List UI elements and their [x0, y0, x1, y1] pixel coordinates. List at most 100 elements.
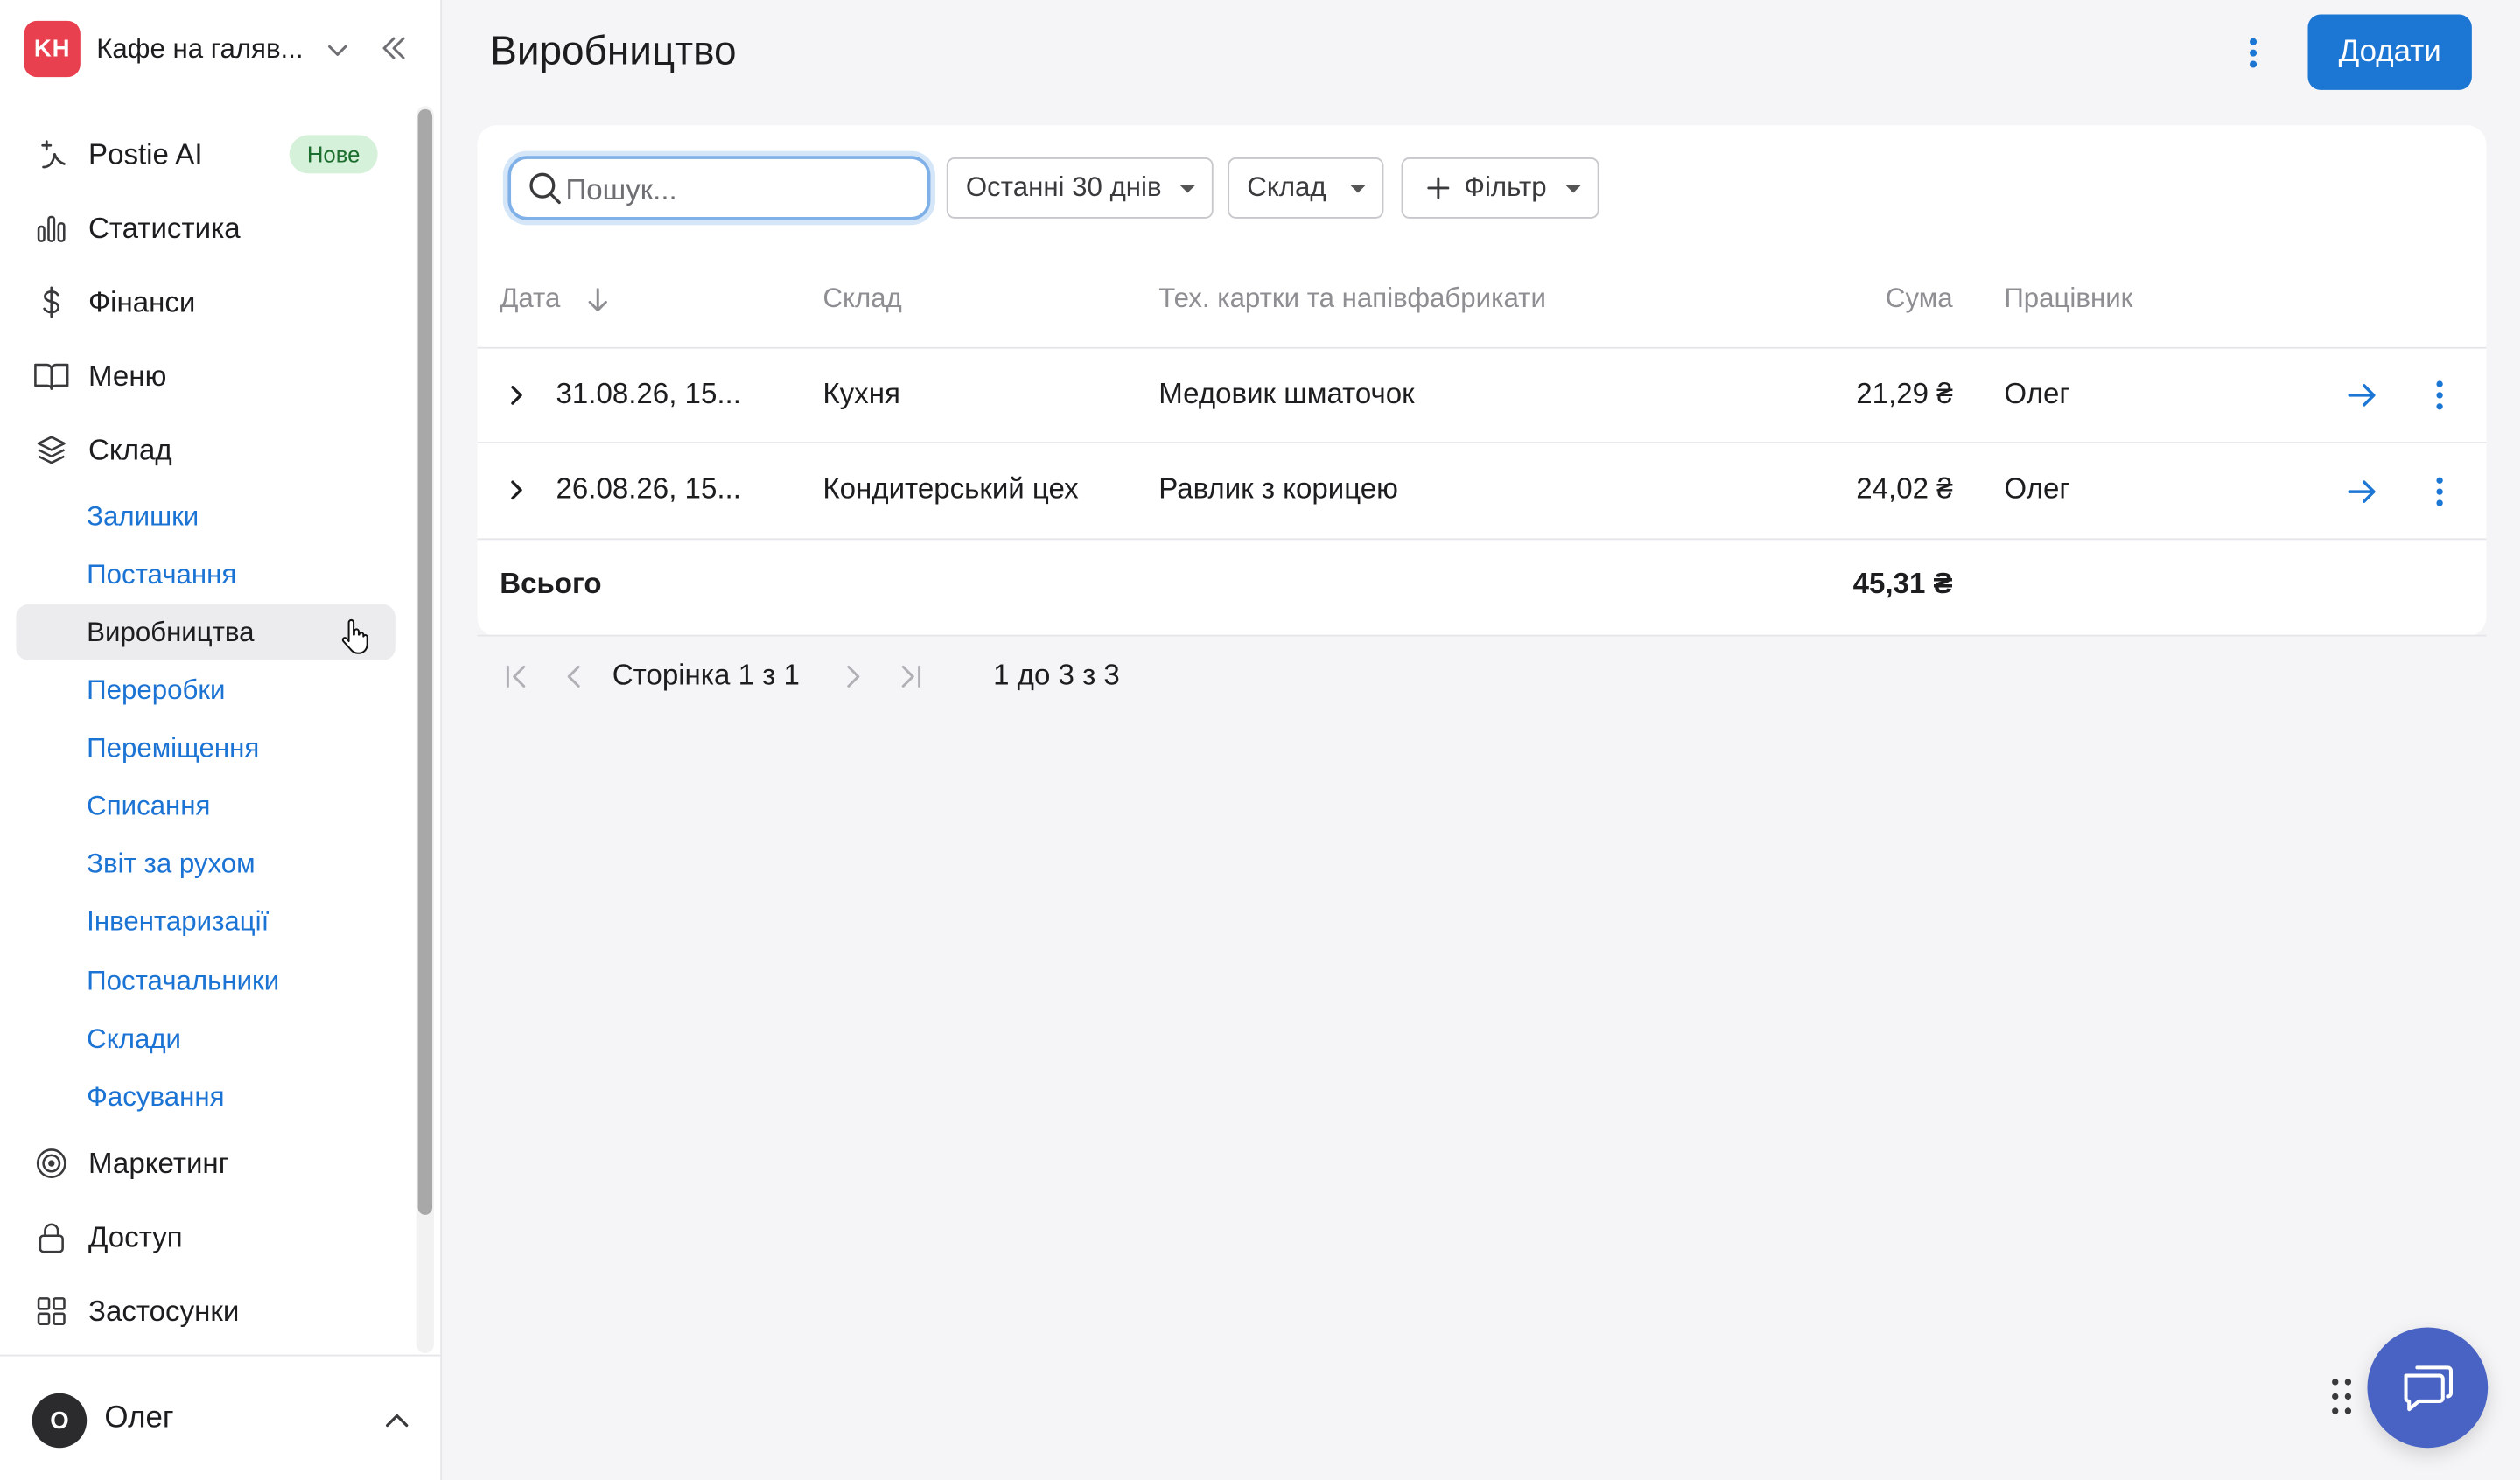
nav-item-warehouse[interactable]: Склад: [32, 428, 172, 472]
sub-item-processing[interactable]: Переробки: [87, 670, 225, 712]
period-filter-label: Останні 30 днів: [965, 171, 1162, 203]
column-header-date[interactable]: Дата: [500, 283, 560, 315]
nav-label: Меню: [88, 359, 167, 392]
total-sum: 45,31 ₴: [1852, 567, 1953, 600]
sort-arrow-down-icon[interactable]: [585, 286, 611, 315]
user-menu[interactable]: О Олег: [0, 1354, 443, 1480]
sub-item-packaging[interactable]: Фасування: [87, 1077, 224, 1119]
row-divider: [477, 346, 2487, 349]
sub-item-transfers[interactable]: Переміщення: [87, 728, 259, 770]
brand-name: Кафе на галяв...: [96, 32, 304, 64]
page-title: Виробництво: [490, 29, 737, 74]
plus-icon: [1427, 177, 1450, 199]
app-frame: KH Кафе на галяв... Postie AI Нове Стати…: [0, 0, 2520, 1480]
nav-item-apps[interactable]: Застосунки: [32, 1288, 240, 1333]
book-icon: [32, 357, 71, 395]
avatar: О: [32, 1393, 88, 1449]
nav-item-finance[interactable]: Фінанси: [32, 280, 196, 325]
nav-item-menu[interactable]: Меню: [32, 353, 167, 398]
drag-handle-icon[interactable]: [2328, 1374, 2356, 1419]
column-header-sum[interactable]: Сума: [1768, 283, 1953, 315]
table-cell-warehouse: Кухня: [822, 377, 900, 410]
brand-switcher[interactable]: KH Кафе на галяв...: [24, 20, 304, 78]
nav-label: Застосунки: [88, 1294, 240, 1327]
table-cell-sum: 21,29 ₴: [1856, 377, 1953, 410]
chat-button[interactable]: [2367, 1327, 2488, 1449]
add-filter-button[interactable]: Фільтр: [1401, 157, 1600, 219]
more-options-icon[interactable]: [2237, 32, 2270, 74]
sub-item-warehouses[interactable]: Склади: [87, 1019, 181, 1061]
nav-item-marketing[interactable]: Маркетинг: [32, 1141, 229, 1185]
sub-item-inventories[interactable]: Інвентаризації: [87, 902, 269, 944]
nav-label: Фінанси: [88, 285, 196, 318]
target-icon: [32, 1144, 71, 1183]
nav-label: Доступ: [88, 1220, 183, 1253]
caret-down-icon: [1564, 185, 1582, 193]
search-input[interactable]: [565, 168, 912, 211]
row-divider: [477, 538, 2487, 541]
pointer-cursor-icon: [341, 618, 368, 654]
nav-item-access[interactable]: Доступ: [32, 1215, 183, 1260]
sub-item-movement-report[interactable]: Звіт за рухом: [87, 843, 255, 885]
chat-icon: [2403, 1365, 2453, 1411]
sub-item-stock[interactable]: Залишки: [87, 497, 199, 539]
range-indicator: 1 до 3 з 3: [993, 659, 1120, 691]
row-divider: [477, 442, 2487, 444]
nav-label: Postie AI: [88, 137, 203, 170]
chevron-down-icon[interactable]: [325, 37, 350, 62]
arrow-right-icon[interactable]: [2345, 378, 2380, 413]
sub-item-suppliers[interactable]: Постачальники: [87, 961, 279, 1003]
sub-item-supplies[interactable]: Постачання: [87, 555, 236, 597]
total-label: Всього: [500, 567, 602, 600]
period-filter[interactable]: Останні 30 днів: [946, 157, 1214, 219]
last-page-icon[interactable]: [895, 660, 928, 693]
sub-item-writeoffs[interactable]: Списання: [87, 785, 210, 827]
warehouse-filter-label: Склад: [1247, 171, 1326, 203]
search-icon: [529, 172, 561, 205]
table-cell-sum: 24,02 ₴: [1856, 472, 1953, 505]
next-page-icon[interactable]: [837, 660, 870, 693]
user-name: Олег: [104, 1400, 174, 1435]
new-badge: Нове: [289, 135, 378, 174]
nav-label: Склад: [88, 433, 172, 465]
chevron-right-icon[interactable]: [503, 478, 528, 503]
caret-down-icon: [1349, 185, 1367, 193]
table-cell-warehouse: Кондитерський цех: [822, 472, 1079, 505]
page-indicator: Сторінка 1 з 1: [612, 659, 800, 691]
nav-label: Статистика: [88, 211, 241, 244]
nav-label: Маркетинг: [88, 1146, 229, 1179]
sidebar-scrollbar-thumb[interactable]: [417, 108, 433, 1215]
bar-chart-icon: [32, 209, 71, 248]
caret-down-icon: [1180, 185, 1196, 193]
first-page-icon[interactable]: [500, 660, 532, 693]
nav-item-postie-ai[interactable]: Postie AI: [32, 132, 203, 177]
table-cell-item: Медовик шматочок: [1158, 377, 1415, 410]
row-more-icon[interactable]: [2426, 378, 2454, 413]
warehouse-filter[interactable]: Склад: [1228, 157, 1384, 219]
row-more-icon[interactable]: [2426, 474, 2454, 509]
add-button[interactable]: Додати: [2307, 14, 2472, 90]
search-box[interactable]: [508, 156, 931, 220]
table-cell-date: 26.08.26, 15...: [556, 472, 741, 505]
sidebar: KH Кафе на галяв... Postie AI Нове Стати…: [0, 0, 443, 1480]
add-filter-label: Фільтр: [1464, 171, 1547, 203]
prev-page-icon[interactable]: [557, 660, 590, 693]
table-cell-item: Равлик з корицею: [1158, 472, 1398, 505]
layers-icon: [32, 430, 71, 469]
chevron-right-icon[interactable]: [503, 382, 528, 408]
sub-item-productions[interactable]: Виробництва: [87, 612, 254, 654]
nav-item-statistics[interactable]: Статистика: [32, 206, 241, 250]
collapse-sidebar-icon[interactable]: [378, 32, 410, 65]
column-header-warehouse[interactable]: Склад: [822, 283, 901, 315]
grid-icon: [32, 1292, 71, 1330]
dollar-icon: [32, 283, 71, 321]
table-cell-date: 31.08.26, 15...: [556, 377, 741, 410]
column-header-items[interactable]: Тех. картки та напівфабрикати: [1158, 283, 1546, 315]
chevron-up-icon[interactable]: [381, 1405, 413, 1437]
brand-logo: KH: [24, 20, 80, 78]
lock-icon: [32, 1218, 71, 1257]
table-cell-employee: Олег: [2004, 472, 2070, 505]
table-cell-employee: Олег: [2004, 377, 2070, 410]
column-header-employee[interactable]: Працівник: [2004, 283, 2132, 315]
arrow-right-icon[interactable]: [2345, 474, 2380, 509]
